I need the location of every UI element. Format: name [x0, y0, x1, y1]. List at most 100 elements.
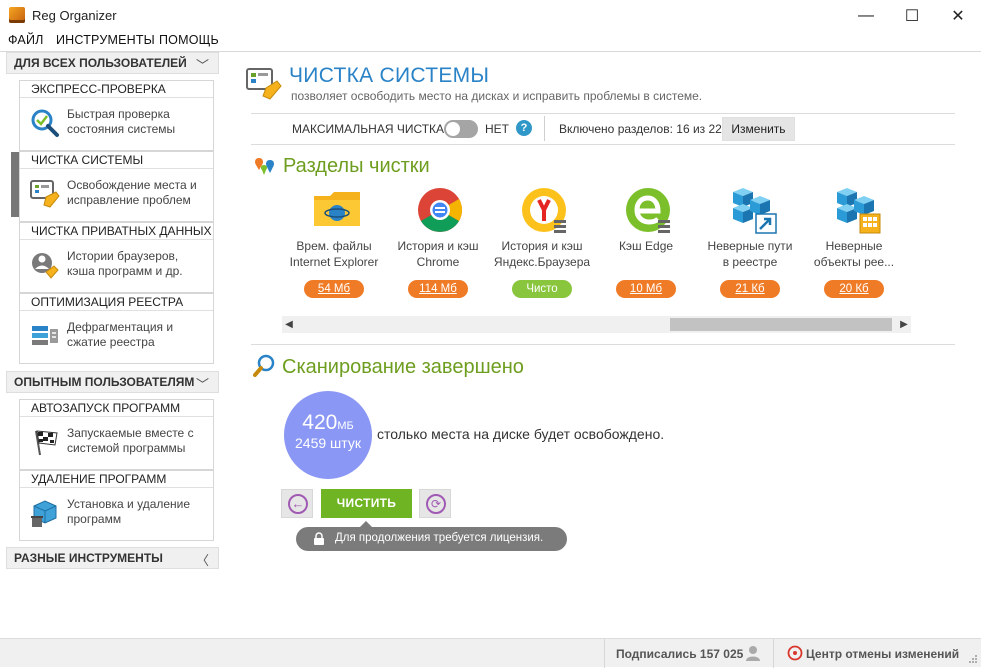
arrow-left-icon: ← — [288, 494, 308, 514]
edge-icon — [626, 188, 670, 233]
card-line: кэша программ и др. — [67, 264, 183, 278]
page-subtitle: позволяет освободить место на дисках и и… — [291, 89, 703, 103]
sidebar: ДЛЯ ВСЕХ ПОЛЬЗОВАТЕЛЕЙ ﹀ ЭКСПРЕСС-ПРОВЕР… — [0, 52, 225, 638]
clean-button[interactable]: ЧИСТИТЬ — [321, 489, 412, 518]
sidebar-item-private-data[interactable]: ЧИСТКА ПРИВАТНЫХ ДАННЫХ Истории браузеро… — [19, 222, 214, 293]
sidebar-item-startup[interactable]: АВТОЗАПУСК ПРОГРАММ Запускаемые вместе с… — [19, 399, 214, 470]
resize-grip-icon[interactable] — [968, 654, 978, 664]
sidebar-item-express-check[interactable]: ЭКСПРЕСС-ПРОВЕРКА Быстрая проверка состоя… — [19, 80, 214, 151]
undo-center-icon — [787, 645, 803, 661]
license-tooltip-text: Для продолжения требуется лицензия. — [335, 532, 544, 544]
divider — [251, 113, 955, 114]
tile-label: Chrome — [416, 255, 460, 269]
card-line: Освобождение места и — [67, 178, 197, 192]
chevron-left-icon: 〈 — [195, 553, 209, 568]
internet-explorer-folder-icon — [314, 192, 360, 226]
main-panel: ЧИСТКА СИСТЕМЫ позволяет освободить мест… — [226, 52, 981, 638]
tile-chrome[interactable]: История и кэш Chrome 114 Мб — [386, 184, 490, 304]
map-pins-icon — [255, 158, 274, 175]
card-title: ЭКСПРЕСС-ПРОВЕРКА — [20, 81, 213, 98]
system-cleanup-icon — [246, 68, 282, 100]
subscribers-count[interactable]: Подписались 157 025 — [616, 647, 743, 661]
tile-registry-objects[interactable]: Неверные объекты рее... 20 Кб — [802, 184, 906, 304]
minimize-button[interactable]: — — [843, 0, 889, 31]
registry-defrag-icon — [32, 326, 58, 345]
refresh-icon: ⟳ — [426, 494, 446, 514]
scan-summary-text: столько места на диске будет освобождено… — [377, 426, 665, 442]
system-cleanup-icon — [30, 180, 60, 208]
tile-registry-paths[interactable]: Неверные пути в реестре 21 Кб — [698, 184, 802, 304]
privacy-cleanup-icon — [32, 253, 59, 279]
group-misc-tools[interactable]: РАЗНЫЕ ИНСТРУМЕНТЫ 〈 — [6, 547, 219, 569]
selection-indicator — [11, 152, 19, 217]
lock-icon — [314, 532, 324, 545]
tile-label: История и кэш — [501, 239, 583, 253]
savings-circle: 420МБ 2459 штук — [284, 391, 372, 479]
tile-label: Кэш Edge — [618, 239, 674, 253]
tile-label: Яндекс.Браузера — [493, 255, 591, 269]
card-title: УДАЛЕНИЕ ПРОГРАММ — [20, 471, 213, 488]
tile-edge[interactable]: Кэш Edge 10 Мб — [594, 184, 698, 304]
uninstall-box-icon — [31, 500, 57, 527]
close-button[interactable]: ✕ — [935, 0, 981, 31]
toggle-state-label: НЕТ — [485, 122, 509, 136]
scrollbar-thumb[interactable] — [670, 318, 892, 331]
help-icon[interactable]: ? — [516, 120, 532, 136]
items-count: 2459 штук — [295, 435, 361, 451]
startup-flag-icon — [35, 430, 58, 456]
card-line: Запускаемые вместе с — [67, 426, 194, 440]
divider — [251, 144, 955, 145]
status-badge: Чисто — [512, 280, 572, 298]
sidebar-item-uninstall[interactable]: УДАЛЕНИЕ ПРОГРАММ Установка и удаление пр… — [19, 470, 214, 541]
app-icon — [9, 7, 25, 23]
registry-objects-icon — [837, 188, 881, 234]
card-line: Быстрая проверка — [67, 107, 170, 121]
scroll-right-arrow-icon[interactable]: ▶ — [897, 316, 911, 333]
yandex-browser-icon — [522, 188, 566, 233]
menu-file[interactable]: ФАЙЛ — [8, 33, 44, 47]
menu-bar: ФАЙЛ ИНСТРУМЕНТЫ ПОМОЩЬ — [0, 31, 981, 51]
card-title: ЧИСТКА ПРИВАТНЫХ ДАННЫХ — [20, 223, 213, 240]
tile-label: Врем. файлы — [296, 239, 372, 253]
size-badge[interactable]: 20 Кб — [824, 280, 884, 298]
card-title: АВТОЗАПУСК ПРОГРАММ — [20, 400, 213, 417]
max-cleanup-toggle[interactable] — [444, 120, 478, 138]
card-line: Установка и удаление — [67, 497, 191, 511]
user-icon — [746, 646, 760, 661]
undo-center-link[interactable]: Центр отмены изменений — [806, 647, 959, 661]
divider — [251, 344, 955, 345]
chevron-down-icon: ﹀ — [195, 377, 209, 392]
size-badge[interactable]: 114 Мб — [408, 280, 468, 298]
tile-ie-temp[interactable]: Врем. файлы Internet Explorer 54 Мб — [282, 184, 386, 304]
menu-tools[interactable]: ИНСТРУМЕНТЫ — [56, 33, 155, 47]
card-line: системой программы — [67, 441, 186, 455]
group-all-users[interactable]: ДЛЯ ВСЕХ ПОЛЬЗОВАТЕЛЕЙ ﹀ — [6, 52, 219, 74]
size-badge[interactable]: 10 Мб — [616, 280, 676, 298]
tile-label: Internet Explorer — [289, 255, 379, 269]
page-title: ЧИСТКА СИСТЕМЫ — [289, 64, 490, 87]
change-sections-button[interactable]: Изменить — [722, 117, 795, 141]
savings-unit: МБ — [337, 420, 354, 432]
back-button[interactable]: ← — [281, 489, 313, 518]
maximize-button[interactable]: ☐ — [889, 0, 935, 31]
card-line: сжатие реестра — [67, 335, 155, 349]
search-check-icon — [31, 109, 59, 137]
divider — [544, 116, 545, 141]
registry-paths-icon — [733, 188, 777, 234]
max-cleanup-label: МАКСИМАЛЬНАЯ ЧИСТКА — [292, 122, 445, 136]
tile-yandex[interactable]: История и кэш Яндекс.Браузера Чисто — [490, 184, 594, 304]
size-badge[interactable]: 54 Мб — [304, 280, 364, 298]
rescan-button[interactable]: ⟳ — [419, 489, 451, 518]
tiles-horizontal-scrollbar[interactable]: ◀ ▶ — [282, 316, 911, 333]
scroll-left-arrow-icon[interactable]: ◀ — [282, 316, 296, 333]
section-title-cleanup-parts: Разделы чистки — [283, 155, 430, 177]
size-badge[interactable]: 21 Кб — [720, 280, 780, 298]
tile-label: Неверные пути — [707, 239, 793, 253]
group-advanced-users[interactable]: ОПЫТНЫМ ПОЛЬЗОВАТЕЛЯМ ﹀ — [6, 371, 219, 393]
sidebar-item-system-cleanup[interactable]: ЧИСТКА СИСТЕМЫ Освобождение места и испра… — [19, 151, 214, 222]
menu-help[interactable]: ПОМОЩЬ — [159, 33, 219, 47]
sidebar-item-registry-optimize[interactable]: ОПТИМИЗАЦИЯ РЕЕСТРА Дефрагментация и сжат… — [19, 293, 214, 364]
magnifier-icon — [253, 354, 275, 377]
status-bar: Подписались 157 025 Центр отмены изменен… — [0, 638, 981, 668]
card-line: программ — [67, 512, 122, 526]
